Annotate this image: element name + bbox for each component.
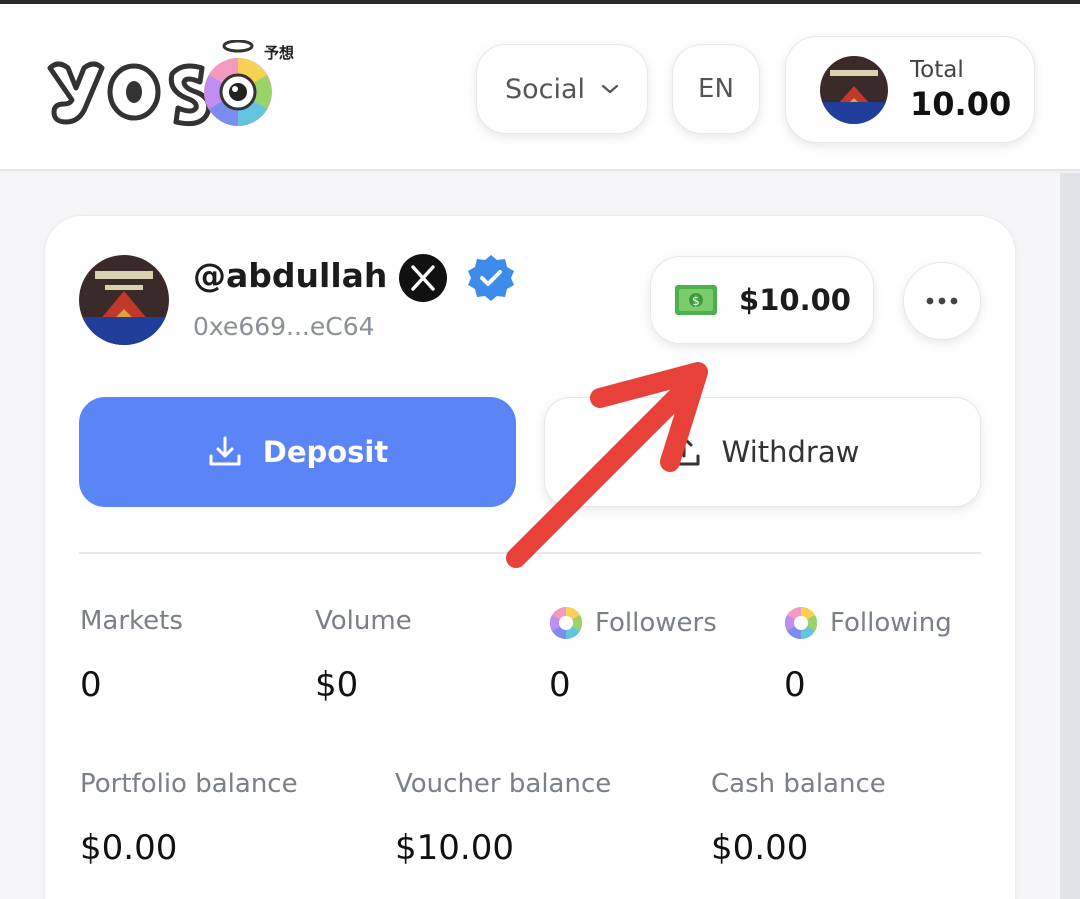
stat-value-following: 0 (784, 665, 806, 705)
deposit-label: Deposit (262, 435, 389, 469)
yoso-logo[interactable] (42, 40, 302, 140)
cash-balance-label: Cash balance (711, 769, 886, 799)
total-label: Total (910, 56, 964, 83)
flower-icon (549, 606, 583, 640)
language-button[interactable]: EN (672, 44, 760, 134)
annotation-arrow (506, 362, 708, 568)
cash-balance-value: $0.00 (711, 828, 809, 868)
voucher-balance-value: $10.00 (395, 828, 514, 868)
stat-label-markets: Markets (80, 606, 183, 636)
scrollbar[interactable] (1060, 173, 1080, 899)
stat-value-volume: $0 (315, 665, 359, 705)
verified-icon (468, 255, 514, 301)
language-label: EN (698, 74, 734, 104)
more-dots-icon (926, 297, 958, 305)
deposit-button[interactable]: Deposit (79, 397, 516, 507)
balance-amount: $10.00 (739, 283, 851, 317)
money-icon: $ (675, 285, 718, 315)
svg-text:$: $ (692, 294, 700, 308)
avatar (820, 55, 888, 124)
balance-button[interactable]: $ $10.00 (650, 256, 874, 344)
download-icon (209, 436, 241, 466)
social-dropdown-label: Social (504, 73, 586, 105)
total-value: 10.00 (910, 84, 1012, 123)
portfolio-balance-label: Portfolio balance (80, 769, 298, 799)
profile-avatar[interactable] (79, 255, 169, 345)
social-dropdown[interactable]: Social (476, 44, 648, 134)
top-header: 予想 Social EN Total 10.00 (0, 4, 1080, 171)
wallet-address[interactable]: 0xe669...eC64 (193, 312, 375, 341)
more-options-button[interactable] (903, 262, 981, 340)
logo-subtext: 予想 (264, 44, 295, 62)
withdraw-label: Withdraw (721, 435, 860, 469)
stat-value-markets: 0 (80, 665, 102, 705)
portfolio-balance-value: $0.00 (80, 828, 178, 868)
stat-label-following[interactable]: Following (784, 606, 952, 640)
x-logo-icon[interactable] (398, 253, 448, 303)
stat-label-volume: Volume (315, 606, 412, 636)
profile-username: @abdullah (193, 256, 388, 295)
total-balance-button[interactable]: Total 10.00 (785, 36, 1035, 143)
voucher-balance-label: Voucher balance (395, 769, 612, 799)
chevron-down-icon (601, 84, 619, 94)
stat-label-followers[interactable]: Followers (549, 606, 717, 640)
stat-value-followers: 0 (549, 665, 571, 705)
flower-icon (784, 606, 818, 640)
